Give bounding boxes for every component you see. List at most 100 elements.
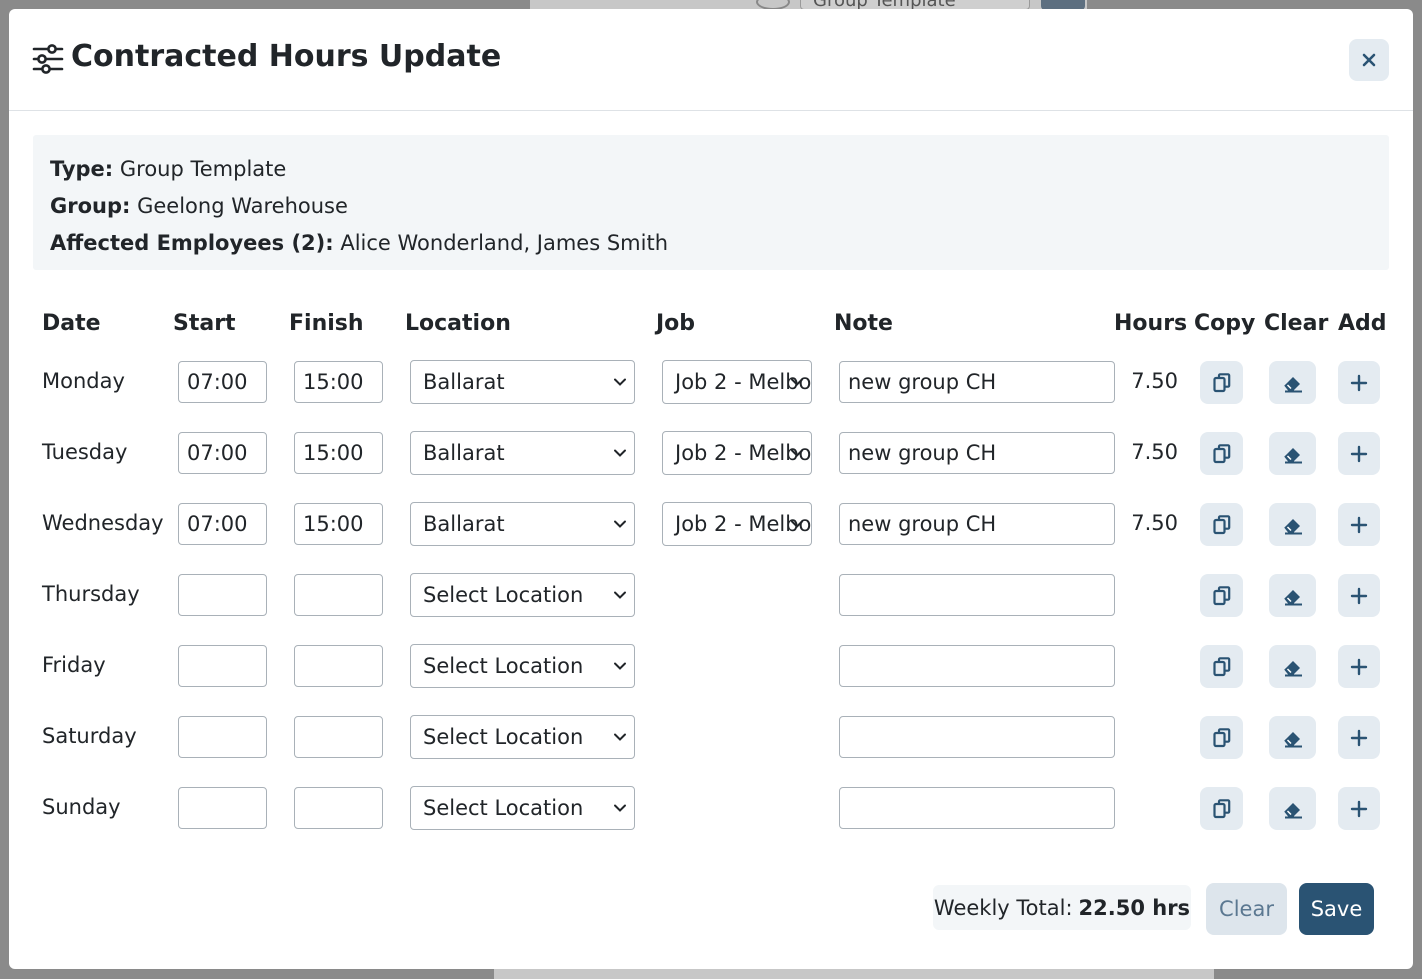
- header-note: Note: [834, 311, 893, 336]
- clear-row-button-saturday[interactable]: [1269, 716, 1316, 759]
- location-select-monday[interactable]: Ballarat: [410, 360, 635, 404]
- hours-value-tuesday: 7.50: [1131, 440, 1178, 464]
- weekly-total-label: Weekly Total:: [933, 895, 1073, 920]
- copy-button-saturday[interactable]: [1200, 716, 1243, 759]
- save-button[interactable]: Save: [1299, 883, 1374, 935]
- copy-icon: [1212, 656, 1230, 676]
- day-label-wednesday: Wednesday: [42, 511, 164, 535]
- note-input-saturday[interactable]: [839, 716, 1115, 758]
- finish-time-input-saturday[interactable]: [294, 716, 383, 758]
- clear-row-button-tuesday[interactable]: [1269, 432, 1316, 475]
- employees-label: Affected Employees (2):: [50, 231, 334, 255]
- location-select-value: Select Location: [423, 583, 584, 607]
- copy-button-thursday[interactable]: [1200, 574, 1243, 617]
- note-input-sunday[interactable]: [839, 787, 1115, 829]
- eraser-icon: [1283, 589, 1302, 605]
- header-location: Location: [405, 311, 511, 336]
- day-label-thursday: Thursday: [42, 582, 140, 606]
- finish-time-input-sunday[interactable]: [294, 787, 383, 829]
- job-select-monday[interactable]: Job 2 - Melbo: [662, 360, 812, 404]
- chevron-down-icon: [791, 378, 803, 386]
- job-select-wednesday[interactable]: Job 2 - Melbo: [662, 502, 812, 546]
- close-button[interactable]: [1349, 39, 1389, 81]
- plus-icon: [1350, 516, 1368, 533]
- location-select-sunday[interactable]: Select Location: [410, 786, 635, 830]
- modal-header: Contracted Hours Update: [9, 9, 1413, 111]
- copy-icon: [1212, 372, 1230, 392]
- add-row-button-wednesday[interactable]: [1338, 503, 1380, 546]
- sliders-icon: [32, 44, 64, 74]
- day-label-sunday: Sunday: [42, 795, 121, 819]
- clear-row-button-monday[interactable]: [1269, 361, 1316, 404]
- add-row-button-tuesday[interactable]: [1338, 432, 1380, 475]
- header-finish: Finish: [289, 311, 364, 336]
- clear-button[interactable]: Clear: [1206, 883, 1287, 935]
- plus-icon: [1350, 658, 1368, 675]
- location-select-tuesday[interactable]: Ballarat: [410, 431, 635, 475]
- job-select-tuesday[interactable]: Job 2 - Melbo: [662, 431, 812, 475]
- modal-title: Contracted Hours Update: [71, 39, 502, 74]
- finish-time-input-thursday[interactable]: [294, 574, 383, 616]
- plus-icon: [1350, 445, 1368, 462]
- finish-time-input-tuesday[interactable]: 15:00: [294, 432, 383, 474]
- clear-row-button-friday[interactable]: [1269, 645, 1316, 688]
- eraser-icon: [1283, 447, 1302, 463]
- note-input-tuesday[interactable]: new group CH: [839, 432, 1115, 474]
- copy-button-sunday[interactable]: [1200, 787, 1243, 830]
- location-select-value: Ballarat: [423, 370, 505, 394]
- location-select-value: Select Location: [423, 725, 584, 749]
- weekly-total-value: 22.50 hrs: [1078, 895, 1191, 920]
- plus-icon: [1350, 587, 1368, 604]
- chevron-down-icon: [614, 378, 626, 386]
- copy-icon: [1212, 443, 1230, 463]
- start-time-input-friday[interactable]: [178, 645, 267, 687]
- location-select-friday[interactable]: Select Location: [410, 644, 635, 688]
- info-type: Type: Group Template: [50, 151, 1372, 188]
- chevron-down-icon: [614, 520, 626, 528]
- start-time-input-wednesday[interactable]: 07:00: [178, 503, 267, 545]
- add-row-button-sunday[interactable]: [1338, 787, 1380, 830]
- location-select-thursday[interactable]: Select Location: [410, 573, 635, 617]
- info-panel: Type: Group Template Group: Geelong Ware…: [33, 135, 1389, 270]
- plus-icon: [1350, 374, 1368, 391]
- eraser-icon: [1283, 376, 1302, 392]
- start-time-input-sunday[interactable]: [178, 787, 267, 829]
- note-input-monday[interactable]: new group CH: [839, 361, 1115, 403]
- copy-button-monday[interactable]: [1200, 361, 1243, 404]
- start-time-input-saturday[interactable]: [178, 716, 267, 758]
- clear-row-button-sunday[interactable]: [1269, 787, 1316, 830]
- add-row-button-friday[interactable]: [1338, 645, 1380, 688]
- copy-button-tuesday[interactable]: [1200, 432, 1243, 475]
- clear-row-button-wednesday[interactable]: [1269, 503, 1316, 546]
- clear-row-button-thursday[interactable]: [1269, 574, 1316, 617]
- add-row-button-saturday[interactable]: [1338, 716, 1380, 759]
- start-time-input-tuesday[interactable]: 07:00: [178, 432, 267, 474]
- eraser-icon: [1283, 660, 1302, 676]
- background-page-bottom: [494, 969, 1214, 979]
- note-input-friday[interactable]: [839, 645, 1115, 687]
- finish-time-input-wednesday[interactable]: 15:00: [294, 503, 383, 545]
- location-select-saturday[interactable]: Select Location: [410, 715, 635, 759]
- chevron-down-icon: [614, 449, 626, 457]
- add-row-button-monday[interactable]: [1338, 361, 1380, 404]
- note-input-wednesday[interactable]: new group CH: [839, 503, 1115, 545]
- hours-value-wednesday: 7.50: [1131, 511, 1178, 535]
- type-label: Type:: [50, 157, 114, 181]
- copy-icon: [1212, 798, 1230, 818]
- add-row-button-thursday[interactable]: [1338, 574, 1380, 617]
- copy-button-wednesday[interactable]: [1200, 503, 1243, 546]
- location-select-wednesday[interactable]: Ballarat: [410, 502, 635, 546]
- start-time-input-thursday[interactable]: [178, 574, 267, 616]
- info-employees: Affected Employees (2): Alice Wonderland…: [50, 225, 1372, 262]
- finish-time-input-monday[interactable]: 15:00: [294, 361, 383, 403]
- location-select-value: Select Location: [423, 796, 584, 820]
- chevron-down-icon: [791, 520, 803, 528]
- finish-time-input-friday[interactable]: [294, 645, 383, 687]
- header-hours: Hours: [1114, 311, 1188, 336]
- copy-button-friday[interactable]: [1200, 645, 1243, 688]
- eraser-icon: [1283, 802, 1302, 818]
- note-input-thursday[interactable]: [839, 574, 1115, 616]
- contracted-hours-modal: Contracted Hours Update Type: Group Temp…: [9, 9, 1413, 969]
- chevron-down-icon: [614, 591, 626, 599]
- start-time-input-monday[interactable]: 07:00: [178, 361, 267, 403]
